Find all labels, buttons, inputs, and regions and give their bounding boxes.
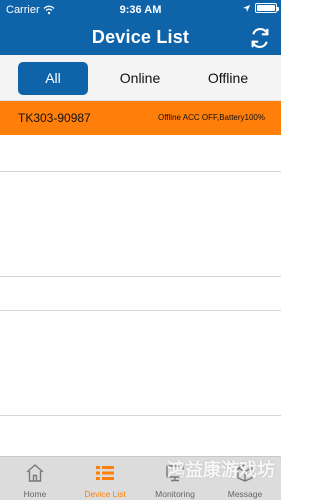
home-icon <box>26 464 44 482</box>
filter-tabs: All Online Offline <box>0 55 281 101</box>
location-arrow-icon <box>242 4 251 12</box>
tab-offline[interactable]: Offline <box>193 62 263 95</box>
tabbar-label-device-list: Device List <box>84 489 126 499</box>
device-name: TK303-90987 <box>18 111 91 125</box>
tabbar-item-monitoring[interactable]: Monitoring <box>140 457 210 500</box>
tabbar-label-message: Message <box>227 489 263 499</box>
refresh-icon[interactable] <box>249 27 271 49</box>
tabbar-item-home[interactable]: Home <box>0 457 70 500</box>
tabbar-label-monitoring: Monitoring <box>155 489 195 499</box>
tabbar-item-device-list[interactable]: Device List <box>70 457 140 500</box>
tab-online[interactable]: Online <box>105 62 175 95</box>
tab-all[interactable]: All <box>18 62 88 95</box>
bottom-tab-bar: Home Device List Monitoring Message <box>0 456 281 500</box>
device-row[interactable]: TK303-90987 Offline ACC OFF,Battery100% <box>0 101 281 135</box>
battery-icon <box>255 3 279 13</box>
list-separator <box>0 310 281 311</box>
status-bar: Carrier 9:36 AM <box>0 0 281 20</box>
monitor-icon <box>166 465 184 482</box>
header-bar: Carrier 9:36 AM Device List <box>0 0 281 55</box>
page-title: Device List <box>91 27 190 47</box>
list-separator <box>0 171 281 172</box>
device-status: Offline ACC OFF,Battery100% <box>157 113 265 122</box>
status-right <box>242 3 279 13</box>
clock: 9:36 AM <box>119 4 162 16</box>
message-icon <box>237 464 253 482</box>
list-separator <box>0 276 281 277</box>
list-icon <box>96 466 114 480</box>
tabbar-item-message[interactable]: Message <box>210 457 280 500</box>
list-separator <box>0 415 281 416</box>
tabbar-label-home: Home <box>23 489 47 499</box>
